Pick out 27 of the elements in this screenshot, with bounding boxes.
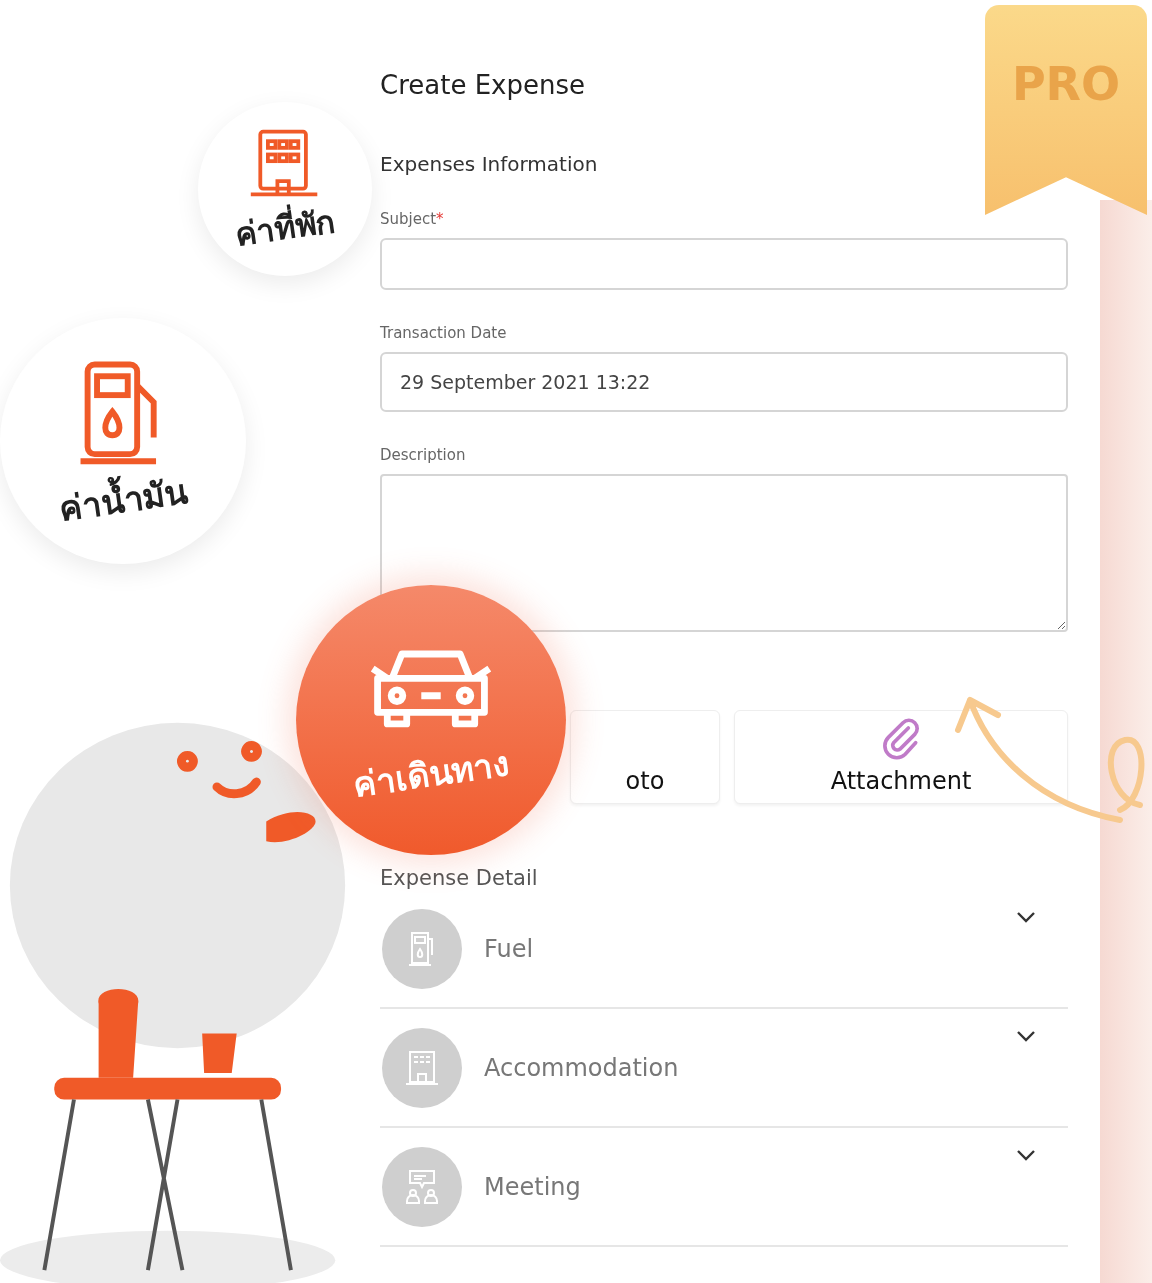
- section-title: Expenses Information: [380, 152, 599, 176]
- text-area[interactable]: [380, 474, 1068, 632]
- expense-category-row[interactable]: Accommodation: [380, 1009, 1068, 1128]
- expense-category-row[interactable]: Fuel: [380, 890, 1068, 1009]
- building-icon: [382, 1027, 462, 1108]
- input-field[interactable]: [380, 238, 1068, 290]
- upload-button[interactable]: oto: [570, 710, 720, 804]
- fuel-pump-icon: [382, 908, 462, 989]
- category-label: Meeting: [484, 1172, 581, 1201]
- badge-label: ค่าน้ำมัน: [55, 470, 191, 531]
- section-title: Expense Detail: [380, 866, 539, 890]
- field-label: Description: [380, 446, 466, 464]
- meeting-icon: [382, 1146, 462, 1227]
- expense-category-row[interactable]: Meeting: [380, 1128, 1068, 1247]
- chevron-down-icon[interactable]: [1016, 910, 1036, 924]
- pro-ribbon: PRO: [985, 5, 1147, 215]
- chevron-down-icon[interactable]: [1016, 1148, 1036, 1162]
- chevron-down-icon[interactable]: [1016, 1029, 1036, 1043]
- badge-label: ค่าที่พัก: [231, 200, 339, 256]
- required-mark: *: [436, 210, 444, 228]
- input-field[interactable]: 29 September 2021 13:22: [380, 352, 1068, 412]
- category-label: Accommodation: [484, 1053, 679, 1082]
- badge-label: ค่าเดินทาง: [349, 742, 513, 807]
- category-label: Fuel: [484, 934, 534, 963]
- field-label: Subject: [380, 210, 437, 228]
- upload-button[interactable]: Attachment: [734, 710, 1068, 804]
- field-label: Transaction Date: [380, 324, 507, 342]
